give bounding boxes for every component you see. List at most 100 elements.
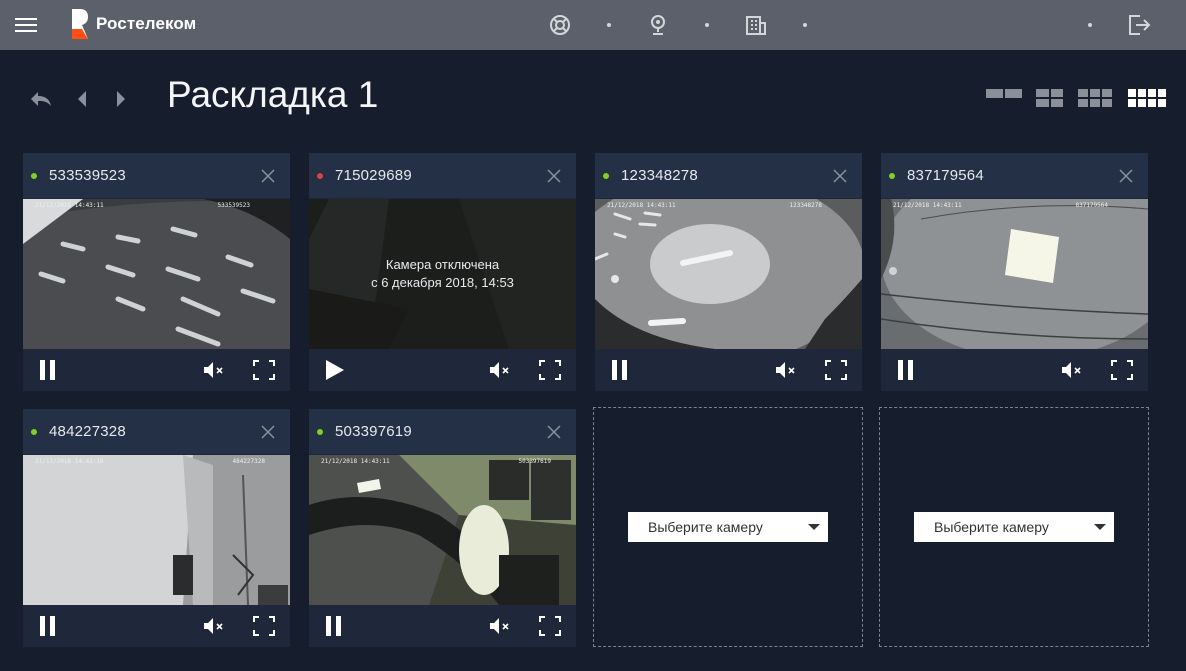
page-title: Раскладка 1 xyxy=(167,74,379,115)
video-controls xyxy=(23,349,290,391)
offline-since: с 6 декабря 2018, 14:53 xyxy=(371,275,514,290)
lifebuoy-icon[interactable] xyxy=(548,13,572,37)
close-icon[interactable] xyxy=(1118,168,1134,184)
camera-id: 484227328 xyxy=(49,423,126,440)
fullscreen-icon[interactable] xyxy=(1110,359,1134,381)
chevron-left-icon[interactable] xyxy=(70,86,96,112)
pause-icon[interactable] xyxy=(323,615,347,637)
camera-header: 837179564 xyxy=(881,153,1148,198)
layout-6-button[interactable] xyxy=(1078,89,1112,107)
pause-icon[interactable] xyxy=(37,359,61,381)
video-controls xyxy=(881,349,1148,391)
camera-select-label: Выберите камеру xyxy=(648,519,763,535)
camera-tile: 715029689 Камера отключена с 6 декабря 2… xyxy=(309,153,576,391)
camera-tile: 484227328 21/12/2018 14:43:10 484227328 xyxy=(23,409,290,647)
play-icon[interactable] xyxy=(323,359,347,381)
separator-dot xyxy=(1088,23,1092,27)
separator-dot xyxy=(705,23,709,27)
pause-icon[interactable] xyxy=(609,359,633,381)
building-icon[interactable] xyxy=(744,13,768,37)
video-timestamp: 21/12/2018 14:43:11 xyxy=(893,202,962,209)
mute-icon[interactable] xyxy=(1060,359,1084,381)
pause-icon[interactable] xyxy=(37,615,61,637)
status-indicator xyxy=(889,173,895,179)
video-controls xyxy=(309,349,576,391)
close-icon[interactable] xyxy=(260,424,276,440)
fullscreen-icon[interactable] xyxy=(538,359,562,381)
close-icon[interactable] xyxy=(832,168,848,184)
mute-icon[interactable] xyxy=(202,615,226,637)
mute-icon[interactable] xyxy=(488,359,512,381)
status-indicator xyxy=(31,173,37,179)
chevron-down-icon xyxy=(1094,524,1106,530)
video-camera-label: 837179564 xyxy=(1075,202,1108,209)
video-timestamp: 21/12/2018 14:43:11 xyxy=(321,458,390,465)
video-stream[interactable]: 21/12/2018 14:43:11 503397619 xyxy=(309,455,576,605)
camera-header: 533539523 xyxy=(23,153,290,198)
chevron-right-icon[interactable] xyxy=(108,86,134,112)
layout-8-button[interactable] xyxy=(1128,89,1166,107)
status-indicator xyxy=(603,173,609,179)
video-timestamp: 21/12/2018 14:43:10 xyxy=(35,458,104,465)
video-controls xyxy=(309,605,576,647)
video-stream[interactable]: 21/12/2018 14:43:11 123348278 xyxy=(595,199,862,349)
layout-2-button[interactable] xyxy=(986,89,1022,107)
camera-id: 837179564 xyxy=(907,167,984,184)
camera-tile: 123348278 21/12/2018 14:43:11 123348278 xyxy=(595,153,862,391)
mute-icon[interactable] xyxy=(774,359,798,381)
camera-tile: 533539523 21/12/2018 14:43:11 533539523 xyxy=(23,153,290,391)
video-stream[interactable]: 21/12/2018 14:43:10 484227328 xyxy=(23,455,290,605)
video-stream[interactable]: 21/12/2018 14:43:11 837179564 xyxy=(881,199,1148,349)
mute-icon[interactable] xyxy=(488,615,512,637)
video-timestamp: 21/12/2018 14:43:11 xyxy=(607,202,676,209)
camera-header: 715029689 xyxy=(309,153,576,198)
separator-dot xyxy=(607,23,611,27)
layout-4-button[interactable] xyxy=(1036,89,1063,107)
close-icon[interactable] xyxy=(546,168,562,184)
close-icon[interactable] xyxy=(546,424,562,440)
top-bar: Ростелеком xyxy=(0,0,1186,50)
camera-id: 533539523 xyxy=(49,167,126,184)
camera-id: 123348278 xyxy=(621,167,698,184)
camera-select-label: Выберите камеру xyxy=(934,519,1049,535)
separator-dot xyxy=(803,23,807,27)
video-camera-label: 123348278 xyxy=(789,202,822,209)
fullscreen-icon[interactable] xyxy=(538,615,562,637)
video-camera-label: 503397619 xyxy=(518,458,551,465)
logo[interactable]: Ростелеком xyxy=(70,6,196,42)
empty-camera-slot: Выберите камеру xyxy=(593,407,863,647)
video-controls xyxy=(595,349,862,391)
offline-message: Камера отключена с 6 декабря 2018, 14:53 xyxy=(309,256,576,292)
camera-tile: 837179564 21/12/2018 14:43:11 837179564 xyxy=(881,153,1148,391)
offline-title: Камера отключена xyxy=(385,257,500,272)
fullscreen-icon[interactable] xyxy=(252,615,276,637)
video-camera-label: 533539523 xyxy=(217,202,250,209)
mute-icon[interactable] xyxy=(202,359,226,381)
camera-header: 503397619 xyxy=(309,409,576,454)
camera-id: 715029689 xyxy=(335,167,412,184)
pause-icon[interactable] xyxy=(895,359,919,381)
status-indicator xyxy=(317,429,323,435)
video-controls xyxy=(23,605,290,647)
logout-icon[interactable] xyxy=(1127,13,1151,37)
video-stream[interactable]: Камера отключена с 6 декабря 2018, 14:53 xyxy=(309,199,576,349)
undo-arrow-icon[interactable] xyxy=(28,86,54,112)
webcam-icon[interactable] xyxy=(646,13,670,37)
hamburger-icon[interactable] xyxy=(15,15,37,35)
empty-camera-slot: Выберите камеру xyxy=(879,407,1149,647)
camera-header: 123348278 xyxy=(595,153,862,198)
fullscreen-icon[interactable] xyxy=(252,359,276,381)
brand-name: Ростелеком xyxy=(96,14,197,33)
chevron-down-icon xyxy=(808,524,820,530)
camera-select-dropdown[interactable]: Выберите камеру xyxy=(914,512,1114,542)
close-icon[interactable] xyxy=(260,168,276,184)
camera-id: 503397619 xyxy=(335,423,412,440)
video-timestamp: 21/12/2018 14:43:11 xyxy=(35,202,104,209)
camera-header: 484227328 xyxy=(23,409,290,454)
rostelecom-logo-icon xyxy=(72,9,88,39)
status-indicator xyxy=(317,173,323,179)
camera-select-dropdown[interactable]: Выберите камеру xyxy=(628,512,828,542)
video-camera-label: 484227328 xyxy=(232,458,265,465)
fullscreen-icon[interactable] xyxy=(824,359,848,381)
video-stream[interactable]: 21/12/2018 14:43:11 533539523 xyxy=(23,199,290,349)
